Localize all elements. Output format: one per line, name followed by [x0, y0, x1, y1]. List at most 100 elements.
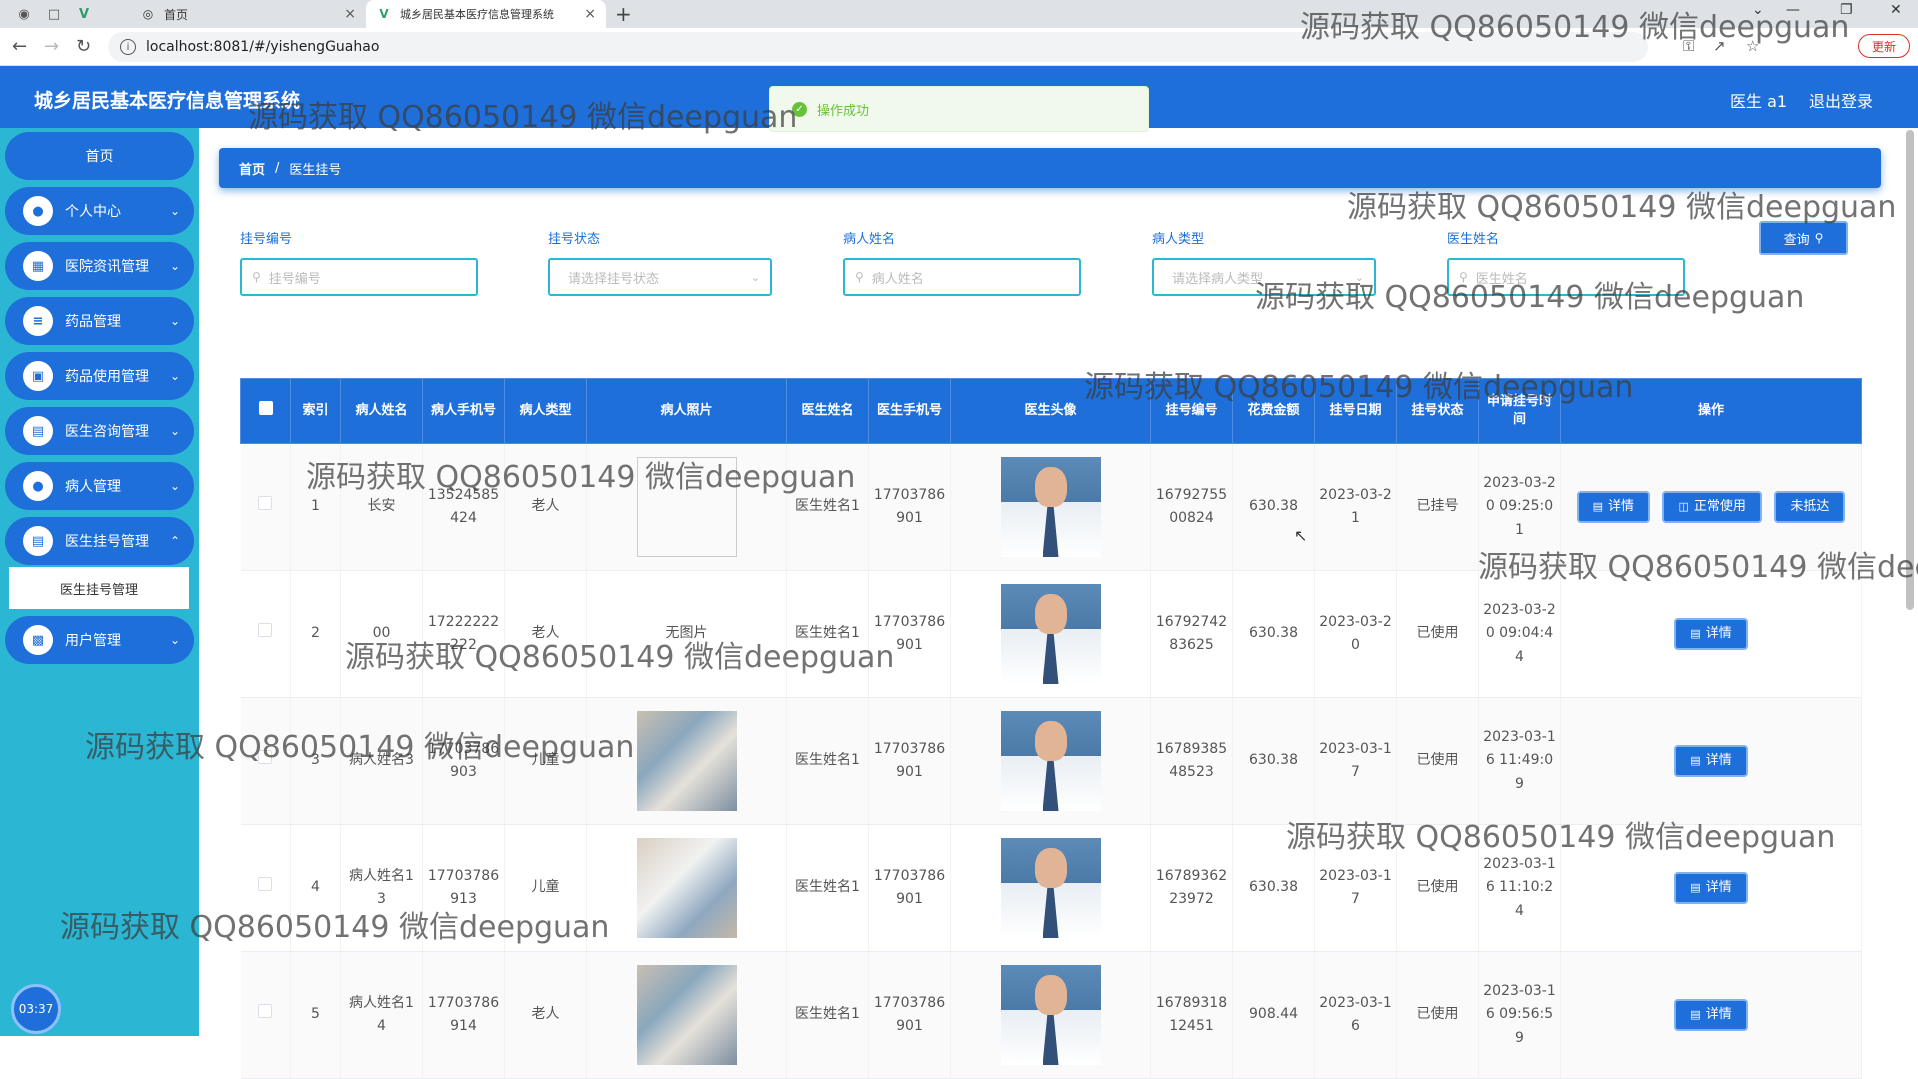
close-window-icon[interactable]: ✕ — [1890, 2, 1902, 18]
cell-cost: 630.38 — [1232, 697, 1315, 825]
chevron-down-icon: ⌄ — [169, 314, 180, 328]
logout-link[interactable]: 退出登录 — [1809, 88, 1873, 112]
patient-photo[interactable] — [636, 965, 737, 1065]
cell-doctor-phone: 17703786901 — [868, 443, 951, 571]
row-checkbox[interactable] — [240, 697, 291, 825]
cell-cost: 630.38 — [1232, 824, 1315, 952]
sidebar-item-drugs[interactable]: ≡ 药品管理 ⌄ — [5, 297, 194, 345]
close-icon[interactable]: × — [344, 6, 356, 22]
detail-button[interactable]: ▤ 详情 — [1674, 872, 1748, 904]
tab-home[interactable]: ◎ 首页 × — [130, 0, 366, 28]
sidebar-item-consult[interactable]: ▤ 医生咨询管理 ⌄ — [5, 407, 194, 455]
cell-doctor-avatar — [950, 824, 1151, 952]
breadcrumb-current: 医生挂号 — [289, 162, 342, 178]
cell-patient-phone: 17703786914 — [422, 951, 505, 1079]
share-icon[interactable]: ↗ — [1713, 37, 1726, 55]
close-icon[interactable]: × — [584, 6, 596, 22]
cell-reg-date: 2023-03-17 — [1314, 824, 1397, 952]
cell-doctor-phone: 17703786901 — [868, 697, 951, 825]
not-arrived-button[interactable]: 未抵达 — [1774, 490, 1846, 523]
cell-patient-photo — [586, 951, 787, 1079]
new-tab-icon[interactable]: + — [615, 2, 632, 26]
sidebar-item-registration[interactable]: ▤ 医生挂号管理 ⌃ — [5, 517, 194, 565]
detail-button[interactable]: ▤ 详情 — [1674, 745, 1748, 777]
cell-index: 5 — [290, 951, 341, 1079]
sidebar-item-news[interactable]: ▦ 医院资讯管理 ⌄ — [5, 242, 194, 290]
cell-reg-date: 2023-03-16 — [1314, 951, 1397, 1079]
search-icon: ⚲ — [252, 270, 261, 284]
detail-button[interactable]: ▤ 详情 — [1576, 491, 1651, 524]
back-icon[interactable]: ← — [12, 36, 27, 57]
blank-tab-icon[interactable]: □ — [42, 4, 66, 24]
current-user[interactable]: 医生 a1 — [1730, 88, 1787, 112]
doctor-avatar[interactable] — [1000, 457, 1101, 557]
normal-use-button[interactable]: ◫ 正常使用 — [1662, 491, 1762, 524]
label-reg-status: 挂号状态 — [548, 232, 601, 247]
doctor-avatar[interactable] — [1000, 965, 1101, 1065]
doctor-avatar[interactable] — [1000, 584, 1101, 684]
cell-reg-status: 已挂号 — [1396, 443, 1479, 571]
reg-number-input[interactable]: ⚲ 挂号编号 — [240, 258, 478, 296]
doctor-avatar[interactable] — [1000, 711, 1101, 811]
sidebar-item-label: 药品管理 — [65, 314, 121, 330]
sidebar-item-drug-usage[interactable]: ▣ 药品使用管理 ⌄ — [5, 352, 194, 400]
breadcrumb-home[interactable]: 首页 — [239, 159, 265, 178]
search-icon: ⚲ — [855, 270, 864, 284]
patient-photo[interactable] — [636, 838, 737, 938]
update-button[interactable]: 更新 — [1858, 34, 1910, 58]
doctor-name-input[interactable]: ⚲ 医生姓名 — [1447, 258, 1685, 296]
detail-button[interactable]: ▤ 详情 — [1674, 999, 1748, 1031]
row-checkbox[interactable] — [240, 824, 291, 952]
col-patient-photo: 病人照片 — [586, 378, 787, 444]
cell-doctor-phone: 17703786901 — [868, 951, 951, 1079]
chevron-down-icon[interactable]: ⌄ — [1752, 2, 1764, 18]
cell-patient-name: 长安 — [340, 443, 423, 571]
col-index: 索引 — [290, 378, 341, 444]
minimize-icon[interactable]: — — [1786, 2, 1800, 18]
key-icon[interactable]: ⚿ — [1683, 37, 1694, 55]
star-icon[interactable]: ☆ — [1746, 37, 1759, 55]
doctor-avatar[interactable] — [1000, 838, 1101, 938]
info-icon[interactable]: i — [120, 39, 136, 55]
url-input[interactable]: i localhost:8081/#/yishengGuahao — [108, 32, 1648, 62]
chevron-down-icon: ⌄ — [169, 204, 180, 218]
restore-icon[interactable]: ❐ — [1840, 2, 1853, 18]
cell-applied-time: 2023-03-20 09:25:01 — [1478, 443, 1561, 571]
reload-icon[interactable]: ↻ — [76, 36, 91, 57]
col-patient-name: 病人姓名 — [340, 378, 423, 444]
table-row: 3 病人姓名3 17703786903 儿童 医生姓名1 17703786901… — [240, 697, 1862, 825]
sidebar-subitem-registration-manage[interactable]: 医生挂号管理 — [9, 567, 189, 609]
sidebar-item-profile[interactable]: ● 个人中心 ⌄ — [5, 187, 194, 235]
patient-name-input[interactable]: ⚲ 病人姓名 — [843, 258, 1081, 296]
search-button[interactable]: 查询 ⚲ — [1759, 221, 1848, 255]
registration-table: 索引 病人姓名 病人手机号 病人类型 病人照片 医生姓名 医生手机号 医生头像 … — [240, 378, 1862, 1079]
page-scrollbar[interactable] — [1906, 130, 1914, 610]
col-reg-status: 挂号状态 — [1396, 378, 1479, 444]
select-all-checkbox[interactable] — [240, 378, 291, 444]
sidebar-item-home[interactable]: 首页 — [5, 132, 194, 180]
cell-applied-time: 2023-03-20 09:04:44 — [1478, 570, 1561, 698]
sidebar-item-patients[interactable]: ● 病人管理 ⌄ — [5, 462, 194, 510]
row-checkbox[interactable] — [240, 951, 291, 1079]
cell-patient-phone: 13524585424 — [422, 443, 505, 571]
tab-home-title: 首页 — [164, 7, 189, 22]
cell-patient-photo — [586, 824, 787, 952]
cell-index: 2 — [290, 570, 341, 698]
chrome-icon[interactable]: ◉ — [12, 4, 36, 24]
cell-patient-phone: 17703786903 — [422, 697, 505, 825]
sidebar-item-label: 药品使用管理 — [65, 369, 149, 385]
row-checkbox[interactable] — [240, 443, 291, 571]
reg-status-select[interactable]: 请选择挂号状态 ⌄ — [548, 258, 772, 296]
col-doctor-avatar: 医生头像 — [950, 378, 1151, 444]
sidebar-item-users[interactable]: ▩ 用户管理 ⌄ — [5, 616, 194, 664]
patient-photo[interactable] — [636, 711, 737, 811]
forward-icon[interactable]: → — [44, 36, 59, 57]
cell-doctor-phone: 17703786901 — [868, 570, 951, 698]
sidebar-item-label: 用户管理 — [65, 633, 121, 649]
vue-icon[interactable]: V — [72, 4, 96, 24]
patient-type-select[interactable]: 请选择病人类型 ⌄ — [1152, 258, 1376, 296]
tab-app[interactable]: V 城乡居民基本医疗信息管理系统 × — [366, 0, 606, 28]
row-checkbox[interactable] — [240, 570, 291, 698]
cell-reg-number: 1679274283625 — [1150, 570, 1233, 698]
detail-button[interactable]: ▤ 详情 — [1674, 618, 1748, 650]
